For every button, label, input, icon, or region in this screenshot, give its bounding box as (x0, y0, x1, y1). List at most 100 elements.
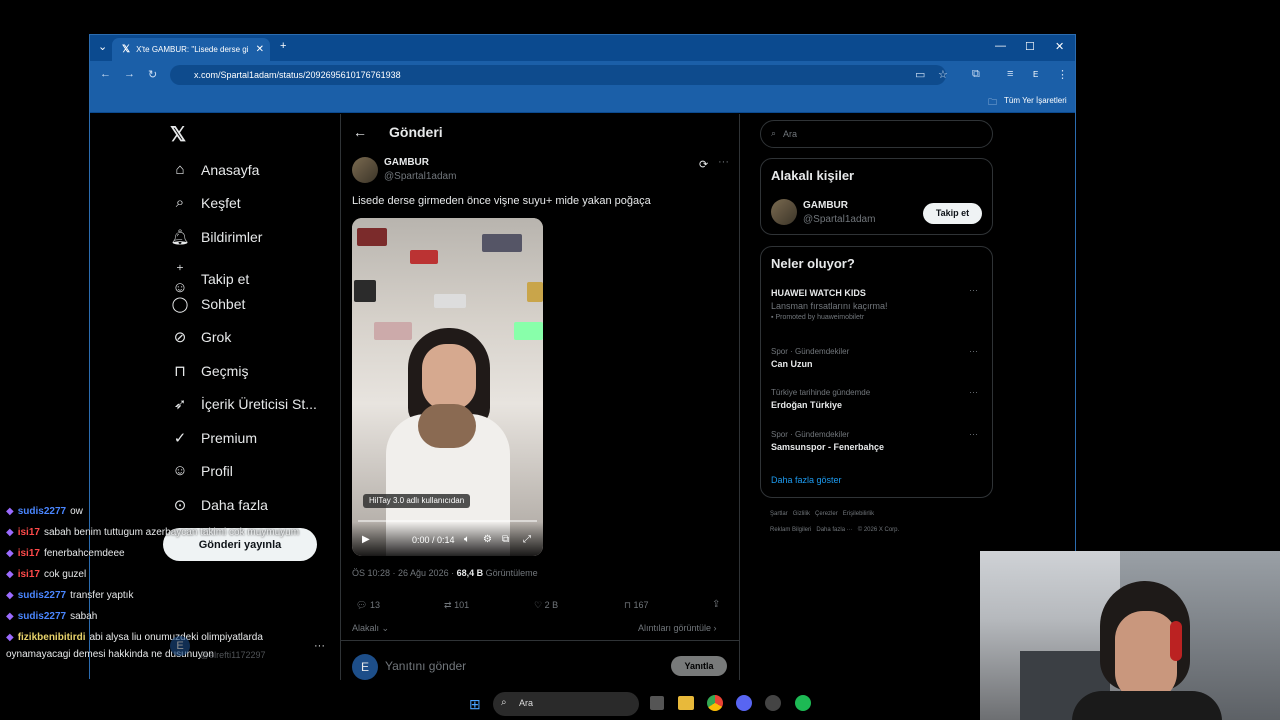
browser-tab[interactable]: 𝕏 X'te GAMBUR: "Lisede derse gi ✕ (112, 38, 270, 61)
more-options-icon[interactable]: ··· (969, 346, 978, 356)
star-icon[interactable]: ☆ (938, 68, 948, 81)
new-tab-icon[interactable]: + (280, 40, 286, 52)
trend-item[interactable]: Türkiye tarihinde gündemde Erdoğan Türki… (771, 387, 986, 416)
view-quotes-link[interactable]: Alıntıları görüntüle › (638, 623, 717, 633)
task-view-icon[interactable] (650, 696, 664, 710)
grok-icon: ⊘ (173, 329, 187, 346)
share-icon[interactable]: ⇪ (712, 599, 720, 610)
close-window-icon[interactable]: ✕ (1055, 40, 1064, 53)
license-plate (354, 280, 376, 302)
forward-icon[interactable]: → (124, 68, 135, 80)
tab-close-icon[interactable]: ✕ (256, 44, 264, 55)
trend-item[interactable]: Spor · Gündemdekiler Can Uzun ··· (771, 346, 986, 375)
bookmark-action[interactable]: ⊓ 167 (624, 600, 649, 611)
steam-icon[interactable] (765, 695, 781, 711)
follow-button[interactable]: Takip et (923, 203, 982, 224)
reply-action[interactable]: 💬︎ 13 (356, 600, 380, 611)
fullscreen-icon[interactable]: ⤢ (523, 534, 531, 545)
relevant-name[interactable]: GAMBUR (803, 200, 848, 211)
address-bar[interactable]: x.com/Spartal1adam/status/20926956101767… (170, 65, 946, 85)
more-icon: ⊙ (173, 497, 187, 514)
grok-icon[interactable]: ⟳ (699, 158, 708, 171)
trend-item[interactable]: Spor · Gündemdekiler Samsunspor - Fenerb… (771, 429, 986, 458)
x-logo-icon[interactable]: 𝕏 (170, 122, 186, 147)
person-face (422, 344, 476, 410)
show-more-link[interactable]: Daha fazla göster (771, 475, 842, 485)
trend-item[interactable]: HUAWEI WATCH KIDS Lansman fırsatlarını k… (771, 285, 986, 333)
profile-avatar[interactable]: E (1033, 70, 1038, 79)
windows-start-icon[interactable]: ⊞ (469, 696, 481, 713)
nav-item[interactable]: ☺ Profil (170, 462, 233, 479)
extensions-icon[interactable]: ⧉ (972, 68, 980, 81)
discord-icon[interactable] (736, 695, 752, 711)
reload-icon[interactable]: ↻ (148, 68, 157, 81)
divider (341, 640, 739, 641)
nav-item[interactable]: ➶ İçerik Üreticisi St... (170, 395, 317, 413)
chat-username[interactable]: sudis2277 (18, 590, 66, 601)
back-icon[interactable]: ← (100, 68, 111, 80)
nav-item[interactable]: ⁺☺ Takip et (170, 261, 249, 296)
nav-item[interactable]: ◯ Sohbet (170, 295, 246, 313)
sort-dropdown[interactable]: Alakalı ⌄ (352, 623, 389, 634)
account-avatar[interactable]: E (170, 636, 190, 656)
more-options-icon[interactable]: ··· (718, 156, 729, 168)
repost-action[interactable]: ⇄ 101 (444, 600, 469, 611)
chat-badge-icon: ◆ (6, 548, 14, 559)
more-options-icon[interactable]: ··· (969, 285, 978, 295)
nav-item[interactable]: ⌕ Keşfet (170, 194, 241, 211)
file-explorer-icon[interactable] (678, 696, 694, 710)
minimize-icon[interactable]: — (995, 40, 1006, 52)
install-icon[interactable]: ▭ (915, 68, 925, 81)
nav-item[interactable]: ⊘ Grok (170, 328, 232, 346)
more-options-icon[interactable]: ··· (969, 429, 978, 439)
chat-text: cok guzel (43, 569, 87, 580)
more-options-icon[interactable]: ··· (969, 387, 978, 397)
nav-item[interactable]: ✓ Premium (170, 429, 257, 447)
relevant-handle[interactable]: @Spartal1adam (803, 214, 875, 225)
nav-item[interactable]: 🔔︎ Bildirimler (170, 228, 262, 246)
chat-username[interactable]: fizikbenibitirdi (18, 632, 86, 643)
chat-username[interactable]: isi17 (18, 527, 40, 538)
browser-window: ⌄ 𝕏 X'te GAMBUR: "Lisede derse gi ✕ + — … (89, 34, 1076, 680)
menu-icon[interactable]: ⋮ (1057, 68, 1068, 81)
chat-username[interactable]: isi17 (18, 569, 40, 580)
chat-badge-icon: ◆ (6, 527, 14, 538)
nav-item[interactable]: ⊙ Daha fazla (170, 496, 268, 514)
chat-username[interactable]: isi17 (18, 548, 40, 559)
reply-input[interactable]: Yanıtını gönder (385, 659, 466, 673)
reply-button[interactable]: Yanıtla (671, 656, 727, 676)
chat-username[interactable]: sudis2277 (18, 506, 66, 517)
post-timestamp[interactable]: ÖS 10:28 · 26 Ağu 2026 · (352, 568, 457, 578)
relevant-avatar[interactable] (771, 199, 797, 225)
chrome-icon[interactable] (707, 695, 723, 711)
pip-icon[interactable]: ⧉ (502, 534, 509, 545)
author-name[interactable]: GAMBUR (384, 157, 429, 168)
search-box[interactable]: ⌕ Ara (760, 120, 993, 148)
nav-item[interactable]: ⊓ Geçmiş (170, 362, 248, 380)
volume-icon[interactable]: 🔈︎ (464, 534, 470, 545)
maximize-icon[interactable]: ☐ (1025, 40, 1035, 53)
heart-icon: ♡ (534, 600, 543, 610)
all-bookmarks-label[interactable]: Tüm Yer İşaretleri (1004, 96, 1067, 105)
media-icon[interactable]: ≡ (1007, 68, 1013, 80)
page-title: Gönderi (389, 124, 443, 140)
account-more-icon[interactable]: ··· (314, 640, 325, 652)
home-icon: ⌂ (175, 161, 185, 178)
author-handle[interactable]: @Spartal1adam (384, 171, 456, 182)
nav-item[interactable]: ⌂ Anasayfa (170, 161, 259, 178)
play-icon[interactable]: ▶ (362, 534, 370, 545)
settings-icon[interactable]: ⚙ (483, 534, 492, 545)
taskbar-search[interactable]: ⌕ Ara (493, 692, 639, 716)
views-label: Görüntüleme (485, 568, 538, 578)
bell-icon: 🔔︎ (170, 229, 190, 246)
chat-username[interactable]: sudis2277 (18, 611, 66, 622)
video-player[interactable]: HilTay 3.0 adlı kullanıcıdan ▶ 0:00 / 0:… (352, 218, 543, 556)
tab-list-icon[interactable]: ⌄ (98, 40, 107, 53)
back-arrow-icon[interactable]: ← (353, 124, 367, 140)
spotify-icon[interactable] (795, 695, 811, 711)
account-handle[interactable]: @elrefti1172297 (200, 650, 266, 660)
like-action[interactable]: ♡ 2 B (534, 600, 558, 611)
author-avatar[interactable] (352, 157, 378, 183)
taskbar-search-label: Ara (519, 698, 534, 708)
video-overlay-label: HilTay 3.0 adlı kullanıcıdan (363, 494, 471, 508)
